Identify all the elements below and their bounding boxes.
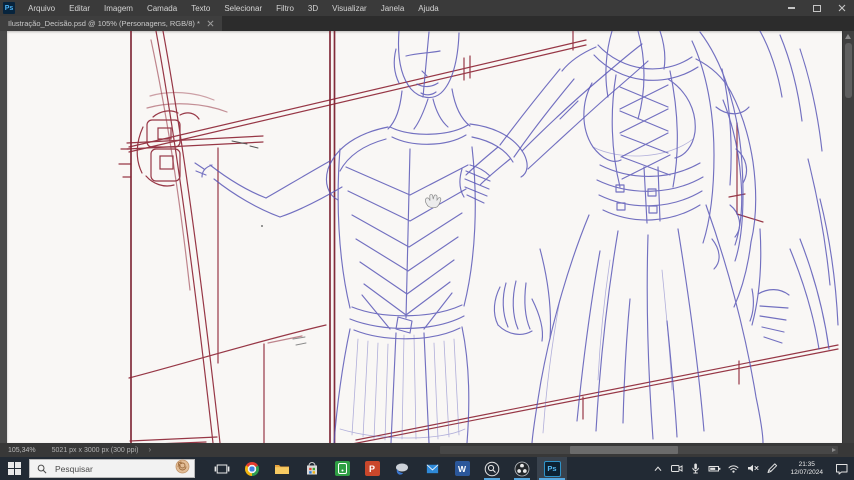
document-tab[interactable]: Ilustração_Decisão.psd @ 105% (Personage… bbox=[0, 16, 222, 31]
taskbar-search[interactable] bbox=[29, 459, 195, 478]
action-center-button[interactable] bbox=[834, 461, 849, 476]
taskbar-app-powerpoint[interactable]: P bbox=[357, 457, 387, 480]
menu-arquivo[interactable]: Arquivo bbox=[21, 4, 62, 13]
start-button[interactable] bbox=[0, 457, 29, 480]
taskbar-app-green[interactable] bbox=[327, 457, 357, 480]
vertical-scrollbar-thumb[interactable] bbox=[845, 43, 852, 98]
photoshop-icon: Ps bbox=[544, 461, 561, 477]
battery-icon bbox=[708, 462, 721, 475]
document-info: 5021 px x 3000 px (300 ppi) bbox=[52, 447, 139, 454]
taskbar-app-obs[interactable] bbox=[507, 457, 537, 480]
powerpoint-icon: P bbox=[365, 461, 380, 476]
task-view-icon bbox=[214, 461, 230, 477]
system-tray: 21:35 12/07/2024 bbox=[650, 461, 854, 476]
menu-visualizar[interactable]: Visualizar bbox=[325, 4, 374, 13]
windows-taskbar: P W Ps bbox=[0, 457, 854, 480]
horizontal-scrollbar[interactable] bbox=[440, 446, 838, 454]
photoshop-label: Ps bbox=[547, 464, 556, 473]
menu-filtro[interactable]: Filtro bbox=[269, 4, 301, 13]
tab-close-icon[interactable] bbox=[207, 20, 214, 27]
windows-ink-pen-icon bbox=[765, 462, 778, 475]
minimize-icon bbox=[788, 7, 795, 9]
file-explorer-icon bbox=[274, 461, 290, 477]
sketch-smudges bbox=[232, 141, 306, 345]
clock-time: 21:35 bbox=[790, 461, 823, 469]
photoshop-app-icon: Ps bbox=[3, 2, 15, 14]
document-tabbar: Ilustração_Decisão.psd @ 105% (Personage… bbox=[0, 16, 854, 31]
obs-studio-icon bbox=[514, 461, 530, 477]
windows-ink-button[interactable] bbox=[764, 461, 779, 476]
windows-logo-icon bbox=[8, 462, 21, 475]
vertical-scrollbar[interactable] bbox=[842, 31, 854, 443]
menu-janela[interactable]: Janela bbox=[374, 4, 412, 13]
volume-muted-icon bbox=[746, 462, 759, 475]
photoshop-statusbar: 105,34% 5021 px x 3000 px (300 ppi) › bbox=[0, 443, 854, 457]
window-controls bbox=[779, 0, 854, 16]
taskbar-app-mail[interactable] bbox=[417, 457, 447, 480]
menu-editar[interactable]: Editar bbox=[62, 4, 97, 13]
sketch-drawing bbox=[7, 31, 843, 443]
battery-tray-button[interactable] bbox=[707, 461, 722, 476]
mail-icon bbox=[425, 461, 440, 476]
zoom-level-field[interactable]: 105,34% bbox=[8, 447, 36, 454]
taskbar-clock[interactable]: 21:35 12/07/2024 bbox=[790, 461, 823, 476]
paint-3d-icon bbox=[394, 461, 410, 477]
hidden-icons-button[interactable] bbox=[650, 461, 665, 476]
green-app-icon bbox=[335, 461, 350, 476]
minimize-button[interactable] bbox=[779, 0, 804, 16]
sketch-female-figure bbox=[460, 31, 838, 443]
chevron-up-icon bbox=[652, 463, 664, 475]
menu-selecionar[interactable]: Selecionar bbox=[217, 4, 269, 13]
menu-camada[interactable]: Camada bbox=[140, 4, 184, 13]
microsoft-store-icon bbox=[304, 461, 320, 477]
taskbar-app-paint3d[interactable] bbox=[387, 457, 417, 480]
close-button[interactable] bbox=[829, 0, 854, 16]
menu-ajuda[interactable]: Ajuda bbox=[411, 4, 445, 13]
taskbar-app-microsoft-store[interactable] bbox=[297, 457, 327, 480]
magnifier-icon bbox=[37, 464, 47, 474]
nautilus-shell-icon[interactable] bbox=[175, 459, 190, 479]
word-letter: W bbox=[458, 464, 466, 474]
document-tab-title: Ilustração_Decisão.psd @ 105% (Personage… bbox=[8, 19, 200, 28]
taskbar-app-file-explorer[interactable] bbox=[267, 457, 297, 480]
microphone-tray-button[interactable] bbox=[688, 461, 703, 476]
desktop: { "titlebar": { "app_logo": "Ps", "menus… bbox=[0, 0, 854, 480]
microphone-icon bbox=[689, 462, 702, 475]
word-icon: W bbox=[455, 461, 470, 476]
volume-tray-button[interactable] bbox=[745, 461, 760, 476]
horizontal-scrollbar-thumb[interactable] bbox=[570, 446, 678, 454]
chrome-icon bbox=[245, 462, 259, 476]
wifi-tray-button[interactable] bbox=[726, 461, 741, 476]
restore-icon bbox=[813, 5, 821, 12]
powerpoint-letter: P bbox=[369, 464, 375, 474]
menu-imagem[interactable]: Imagem bbox=[97, 4, 140, 13]
taskbar-app-screen-search[interactable] bbox=[477, 457, 507, 480]
restore-button[interactable] bbox=[804, 0, 829, 16]
close-icon bbox=[838, 4, 846, 12]
status-expand-icon[interactable]: › bbox=[148, 447, 151, 453]
taskbar-app-word[interactable]: W bbox=[447, 457, 477, 480]
clock-date: 12/07/2024 bbox=[790, 469, 823, 477]
screen-search-icon bbox=[484, 461, 500, 477]
menu-3d[interactable]: 3D bbox=[301, 4, 325, 13]
hand-tool-cursor bbox=[425, 195, 440, 208]
document-canvas[interactable] bbox=[7, 31, 843, 443]
meet-now-button[interactable] bbox=[669, 461, 684, 476]
scroll-up-icon[interactable] bbox=[845, 34, 851, 39]
taskbar-app-chrome[interactable] bbox=[237, 457, 267, 480]
taskbar-app-photoshop[interactable]: Ps bbox=[537, 457, 567, 480]
action-center-icon bbox=[835, 462, 849, 475]
search-input[interactable] bbox=[53, 463, 157, 475]
scroll-right-icon[interactable] bbox=[832, 448, 836, 452]
meet-now-icon bbox=[670, 462, 683, 475]
menu-texto[interactable]: Texto bbox=[184, 4, 217, 13]
task-view-button[interactable] bbox=[207, 457, 237, 480]
wifi-icon bbox=[727, 462, 740, 475]
photoshop-menubar: Ps Arquivo Editar Imagem Camada Texto Se… bbox=[0, 0, 854, 16]
